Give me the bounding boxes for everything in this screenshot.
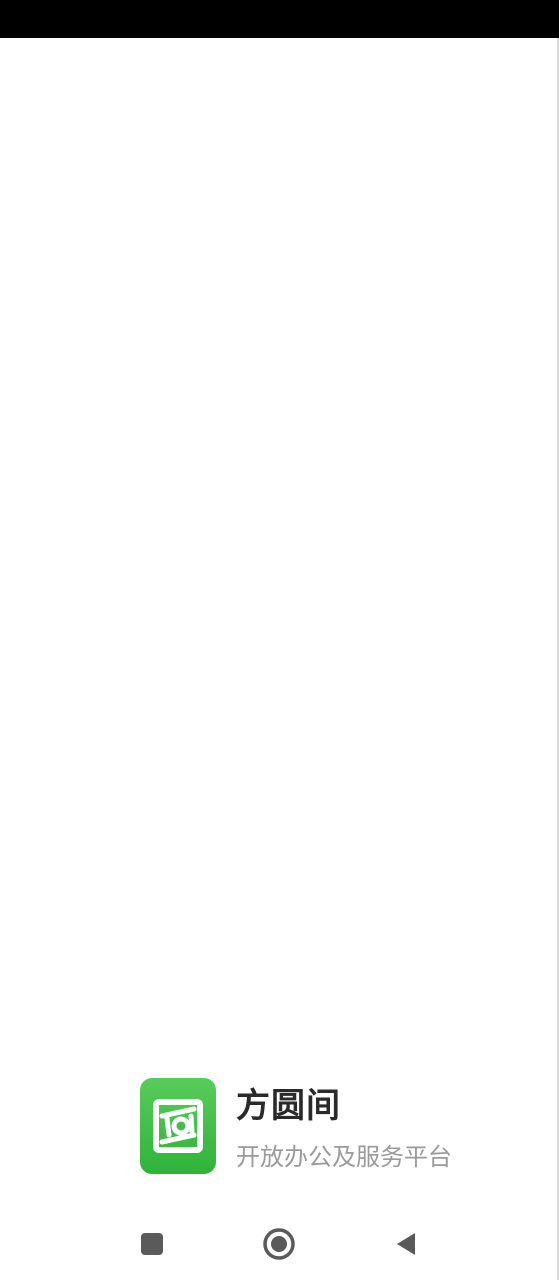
android-navigation-bar: [0, 1208, 559, 1280]
fangyuanjian-logo-icon: [140, 1078, 216, 1174]
recents-button[interactable]: [134, 1226, 170, 1262]
triangle-back-icon: [397, 1233, 415, 1255]
home-button[interactable]: [261, 1226, 297, 1262]
splash-brand: 方圆间 开放办公及服务平台: [140, 1078, 452, 1176]
back-button[interactable]: [388, 1226, 424, 1262]
splash-screen: 方圆间 开放办公及服务平台: [0, 0, 559, 1280]
square-icon: [141, 1233, 163, 1255]
circle-icon: [263, 1228, 295, 1260]
status-bar: [0, 0, 559, 38]
app-name: 方圆间: [236, 1086, 341, 1126]
app-tagline: 开放办公及服务平台: [236, 1143, 452, 1171]
